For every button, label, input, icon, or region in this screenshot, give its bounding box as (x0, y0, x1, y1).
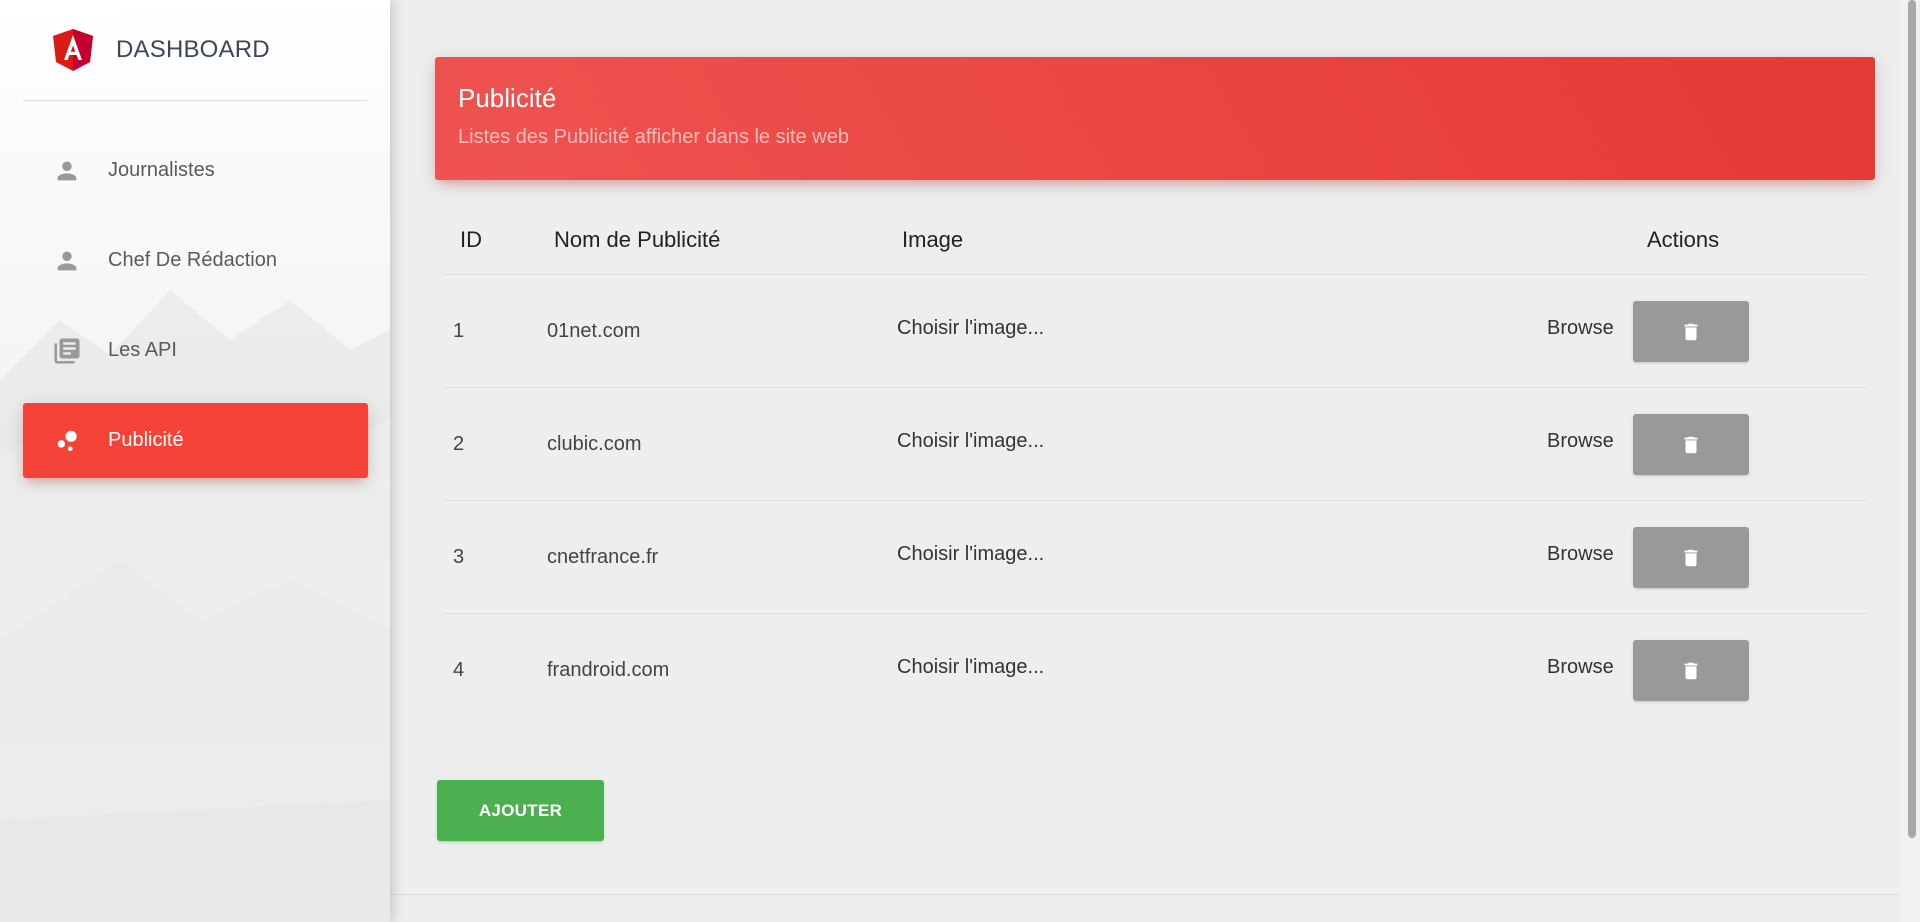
column-header-actions: Actions (1647, 227, 1720, 252)
sidebar-item-les-api[interactable]: Les API (23, 313, 368, 388)
row-name: cnetfrance.fr (547, 546, 659, 568)
person-icon (50, 154, 84, 188)
browse-button[interactable]: Browse (1547, 656, 1614, 679)
sidebar-nav: Journalistes Chef De Rédaction Les API P… (0, 101, 390, 478)
sidebar: DASHBOARD Journalistes Chef De Rédaction… (0, 0, 390, 922)
browse-button[interactable]: Browse (1547, 543, 1614, 566)
scrollbar[interactable] (1900, 0, 1920, 922)
ads-table: ID Nom de Publicité Image Actions 1 01ne… (443, 205, 1867, 727)
table-row: 3 cnetfrance.fr Choisir l'image... Brows… (443, 501, 1867, 614)
sidebar-item-chef-de-redaction[interactable]: Chef De Rédaction (23, 223, 368, 298)
image-file-input[interactable]: Choisir l'image... (897, 317, 1044, 340)
delete-button[interactable] (1633, 640, 1749, 701)
image-file-input[interactable]: Choisir l'image... (897, 430, 1044, 453)
library-books-icon (50, 334, 84, 368)
scrollbar-thumb[interactable] (1908, 0, 1916, 838)
trash-icon (1684, 436, 1698, 453)
trash-icon (1684, 662, 1698, 679)
table-row: 2 clubic.com Choisir l'image... Browse (443, 388, 1867, 501)
table-row: 4 frandroid.com Choisir l'image... Brows… (443, 614, 1867, 727)
sidebar-item-label: Chef De Rédaction (108, 249, 277, 271)
row-id: 4 (453, 659, 465, 681)
row-id: 2 (453, 433, 465, 455)
brand[interactable]: DASHBOARD (23, 0, 367, 101)
delete-button[interactable] (1633, 527, 1749, 588)
sidebar-item-label: Publicité (108, 429, 184, 451)
sidebar-item-label: Les API (108, 339, 177, 361)
table-header: ID Nom de Publicité Image Actions (443, 205, 1867, 275)
row-id: 1 (453, 320, 465, 342)
column-header-name: Nom de Publicité (554, 227, 721, 252)
browse-button[interactable]: Browse (1547, 317, 1614, 340)
footer-divider (390, 894, 1900, 895)
image-file-input[interactable]: Choisir l'image... (897, 656, 1044, 679)
sidebar-item-journalistes[interactable]: Journalistes (23, 133, 368, 208)
angular-logo-icon (53, 29, 93, 71)
page-subtitle: Listes des Publicité afficher dans le si… (458, 126, 849, 148)
delete-button[interactable] (1633, 414, 1749, 475)
row-name: 01net.com (547, 320, 641, 342)
image-file-input[interactable]: Choisir l'image... (897, 543, 1044, 566)
bubble-chart-icon (50, 424, 84, 458)
trash-icon (1684, 323, 1698, 340)
sidebar-item-label: Journalistes (108, 159, 215, 181)
page-title: Publicité (458, 83, 557, 113)
column-header-image: Image (902, 227, 964, 252)
brand-title: DASHBOARD (116, 36, 270, 63)
add-button[interactable]: AJOUTER (437, 780, 604, 841)
trash-icon (1684, 549, 1698, 566)
column-header-id: ID (460, 227, 482, 252)
main-content: Publicité Listes des Publicité afficher … (390, 0, 1900, 922)
card-header: Publicité Listes des Publicité afficher … (435, 57, 1875, 180)
browse-button[interactable]: Browse (1547, 430, 1614, 453)
row-name: frandroid.com (547, 659, 670, 681)
person-icon (50, 244, 84, 278)
row-name: clubic.com (547, 433, 642, 455)
table-row: 1 01net.com Choisir l'image... Browse (443, 275, 1867, 388)
sidebar-item-publicite[interactable]: Publicité (23, 403, 368, 478)
delete-button[interactable] (1633, 301, 1749, 362)
row-id: 3 (453, 546, 465, 568)
